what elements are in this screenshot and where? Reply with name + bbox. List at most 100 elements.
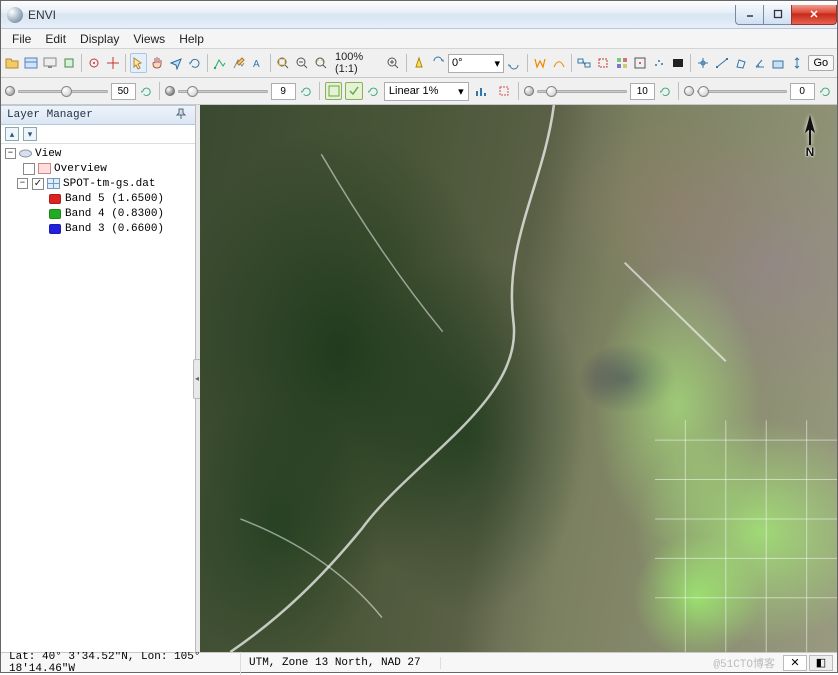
status-close-icon[interactable]: ✕	[783, 655, 807, 671]
transparency-value[interactable]: 0	[790, 83, 815, 100]
stretch-type[interactable]: Linear 1%▾	[384, 82, 469, 101]
expand-all-icon[interactable]: ▴	[5, 127, 19, 141]
open-icon[interactable]	[4, 53, 21, 73]
mensuration-height-icon[interactable]	[789, 53, 806, 73]
band-label: Band 4 (0.8300)	[65, 208, 164, 220]
sharpen-value[interactable]: 10	[630, 83, 655, 100]
histogram-icon[interactable]	[472, 81, 491, 101]
contrast-reset-icon[interactable]	[299, 83, 314, 99]
select-icon[interactable]	[130, 53, 147, 73]
status-coords: Lat: 40° 3'34.52"N, Lon: 105° 18'14.46"W	[1, 651, 241, 675]
pixel-locator-icon[interactable]	[632, 53, 649, 73]
menu-help[interactable]: Help	[172, 30, 211, 48]
brightness-value[interactable]: 50	[111, 83, 136, 100]
brightness-reset-icon[interactable]	[139, 83, 154, 99]
raster-icon	[47, 178, 60, 189]
band-red-swatch	[49, 194, 61, 204]
contrast-slider[interactable]	[178, 90, 268, 93]
menubar: File Edit Display Views Help	[1, 29, 837, 49]
map-viewport[interactable]: N	[200, 105, 837, 652]
collapse-icon[interactable]: −	[5, 148, 16, 159]
close-button[interactable]	[791, 5, 837, 25]
rotate-up-icon[interactable]	[506, 53, 523, 73]
zoom-full-icon[interactable]	[275, 53, 292, 73]
display-icon[interactable]	[41, 53, 58, 73]
layer-manager-panel: Layer Manager ▴ ▾ − View Overview − SPOT…	[1, 105, 196, 652]
rotate-down-icon[interactable]	[429, 53, 446, 73]
contrast-value[interactable]: 9	[271, 83, 296, 100]
tree-dataset-node[interactable]: − SPOT-tm-gs.dat	[3, 176, 195, 191]
menu-edit[interactable]: Edit	[38, 30, 73, 48]
brightness-icon	[5, 86, 15, 96]
mensuration-area-icon[interactable]	[770, 53, 787, 73]
layer-tree[interactable]: − View Overview − SPOT-tm-gs.dat Band 5 …	[1, 143, 195, 652]
pin-icon[interactable]	[175, 108, 189, 122]
vector-create-icon[interactable]	[212, 53, 229, 73]
zoom-in-icon[interactable]	[385, 53, 402, 73]
window-controls	[735, 5, 837, 25]
sharpen-icon	[524, 86, 534, 96]
maximize-button[interactable]	[763, 5, 791, 25]
collapse-icon[interactable]: −	[17, 178, 28, 189]
chip-icon[interactable]	[60, 53, 77, 73]
tree-band-node[interactable]: Band 3 (0.6600)	[3, 221, 195, 236]
rotate-icon[interactable]	[186, 53, 203, 73]
transparency-icon	[684, 86, 694, 96]
minimize-button[interactable]	[735, 5, 763, 25]
cursor-value-icon[interactable]	[86, 53, 103, 73]
tree-view-node[interactable]: − View	[3, 146, 195, 161]
stretch-update-icon[interactable]	[345, 82, 362, 100]
stretch-lock-icon[interactable]	[494, 81, 513, 101]
tool-w-icon[interactable]	[532, 53, 549, 73]
fly-icon[interactable]	[168, 53, 185, 73]
mensuration-poly-icon[interactable]	[733, 53, 750, 73]
tool-gray-icon[interactable]	[670, 53, 687, 73]
window-title: ENVI	[28, 8, 56, 22]
menu-display[interactable]: Display	[73, 30, 126, 48]
pan-icon[interactable]	[149, 53, 166, 73]
tool-arbitrary-icon[interactable]	[550, 53, 567, 73]
collapse-all-icon[interactable]: ▾	[23, 127, 37, 141]
vector-edit-icon[interactable]	[231, 53, 248, 73]
tree-overview-node[interactable]: Overview	[3, 161, 195, 176]
sharpen-reset-icon[interactable]	[658, 83, 673, 99]
main-toolbar: A 100% (1:1) 0°▾ Go	[1, 49, 837, 78]
sharpen-slider[interactable]	[537, 90, 627, 93]
status-toggle-icon[interactable]: ◧	[809, 655, 833, 671]
stretch-reset-icon[interactable]	[366, 83, 381, 99]
menu-file[interactable]: File	[5, 30, 38, 48]
go-button[interactable]: Go	[808, 55, 835, 71]
zoom-extent-icon[interactable]	[312, 53, 329, 73]
north-up-icon[interactable]	[411, 53, 428, 73]
dataset-checkbox[interactable]	[32, 178, 44, 190]
scatter-icon[interactable]	[651, 53, 668, 73]
overview-icon	[38, 163, 51, 174]
menu-views[interactable]: Views	[126, 30, 172, 48]
zoom-out-icon[interactable]	[294, 53, 311, 73]
status-projection: UTM, Zone 13 North, NAD 27	[241, 657, 441, 669]
transparency-reset-icon[interactable]	[818, 83, 833, 99]
main-area: Layer Manager ▴ ▾ − View Overview − SPOT…	[1, 105, 837, 652]
link-icon[interactable]	[576, 53, 593, 73]
crosshair-icon[interactable]	[104, 53, 121, 73]
mensuration-line-icon[interactable]	[714, 53, 731, 73]
stretch-on-icon[interactable]	[325, 82, 342, 100]
tree-band-node[interactable]: Band 4 (0.8300)	[3, 206, 195, 221]
zoom-level[interactable]: 100% (1:1)	[331, 51, 383, 75]
overview-checkbox[interactable]	[23, 163, 35, 175]
tree-band-node[interactable]: Band 5 (1.6500)	[3, 191, 195, 206]
transparency-slider[interactable]	[697, 90, 787, 93]
band-label: Band 5 (1.6500)	[65, 193, 164, 205]
feature-count-icon[interactable]	[613, 53, 630, 73]
mensuration-angle-icon[interactable]	[751, 53, 768, 73]
roi-icon[interactable]	[595, 53, 612, 73]
svg-text:A: A	[253, 59, 260, 70]
brightness-slider[interactable]	[18, 90, 108, 93]
rotation-input[interactable]: 0°▾	[448, 54, 504, 73]
app-icon	[7, 7, 23, 23]
mensuration-point-icon[interactable]	[695, 53, 712, 73]
annot-icon[interactable]: A	[249, 53, 266, 73]
panel-title: Layer Manager	[7, 109, 93, 121]
data-manager-icon[interactable]	[23, 53, 40, 73]
titlebar: ENVI	[1, 1, 837, 29]
